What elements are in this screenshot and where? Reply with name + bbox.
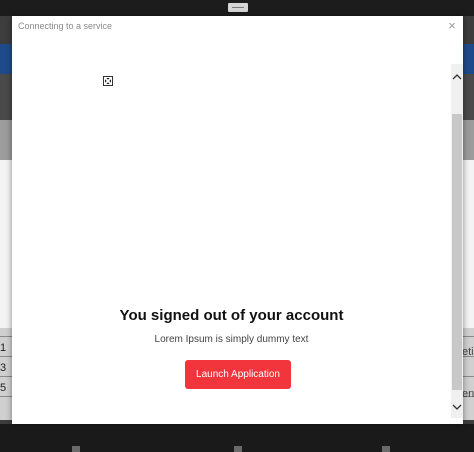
dialog-title: Connecting to a service bbox=[18, 21, 113, 31]
vertical-scrollbar[interactable] bbox=[451, 64, 463, 418]
signed-out-subtext: Lorem Ipsum is simply dummy text bbox=[154, 334, 309, 345]
launch-application-button[interactable]: Launch Application bbox=[185, 360, 291, 389]
table-cell-fragment: ene bbox=[462, 388, 474, 400]
broken-image-icon bbox=[103, 76, 113, 86]
connecting-dialog: Connecting to a service × You signed out… bbox=[12, 16, 463, 424]
chevron-down-icon[interactable] bbox=[451, 402, 463, 416]
scrollbar-thumb[interactable] bbox=[452, 114, 462, 390]
chevron-up-icon[interactable] bbox=[451, 72, 463, 86]
close-icon[interactable]: × bbox=[445, 19, 459, 33]
taskbar-icon[interactable] bbox=[382, 446, 390, 452]
table-cell-fragment: eti bbox=[462, 346, 474, 358]
table-row-label: 3 bbox=[0, 362, 7, 374]
taskbar-icon[interactable] bbox=[234, 446, 242, 452]
signed-out-heading: You signed out of your account bbox=[119, 307, 344, 324]
taskbar-icon[interactable] bbox=[72, 446, 80, 452]
table-row-label: 1 bbox=[0, 342, 7, 354]
table-row-label: 5 bbox=[0, 382, 7, 394]
grip-icon[interactable] bbox=[228, 3, 248, 12]
